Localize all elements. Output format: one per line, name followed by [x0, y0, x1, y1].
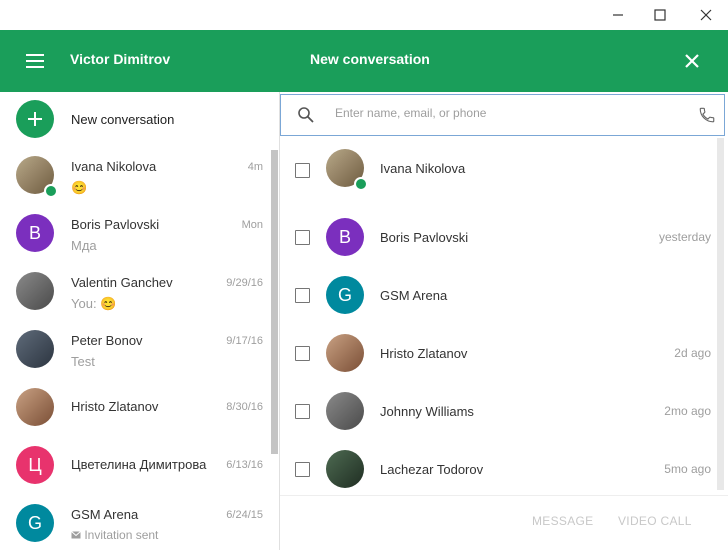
conversation-item[interactable]: Hristo Zlatanov 8/30/16	[0, 380, 279, 438]
avatar: Ц	[16, 446, 54, 484]
conversation-item[interactable]: Ц Цветелина Димитрова 6/13/16	[0, 438, 279, 496]
envelope-icon	[71, 531, 81, 539]
video-call-button[interactable]: VIDEO CALL	[618, 514, 692, 528]
action-footer: MESSAGE VIDEO CALL	[280, 495, 728, 551]
avatar: B	[326, 218, 364, 256]
conversation-time: 6/13/16	[226, 459, 263, 471]
phone-icon[interactable]	[698, 106, 716, 124]
minimize-button[interactable]	[600, 0, 636, 30]
conversation-time: 9/29/16	[226, 277, 263, 289]
maximize-icon	[654, 9, 666, 21]
conversation-name: Valentin Ganchev	[71, 275, 173, 290]
contact-row[interactable]: G GSM Arena	[280, 267, 725, 323]
contact-checkbox[interactable]	[295, 404, 310, 419]
contact-row[interactable]: B Boris Pavlovski yesterday	[280, 209, 725, 265]
avatar: G	[16, 504, 54, 542]
contact-row[interactable]: Johnny Williams 2mo ago	[280, 383, 725, 439]
conversation-name: Hristo Zlatanov	[71, 399, 159, 414]
conversation-name: Peter Bonov	[71, 333, 143, 348]
sidebar-scrollbar[interactable]	[271, 150, 278, 454]
avatar: B	[16, 214, 54, 252]
search-input[interactable]	[333, 105, 677, 121]
contact-checkbox[interactable]	[295, 462, 310, 477]
conversation-item[interactable]: Valentin Ganchev 9/29/16 You: 😊	[0, 264, 279, 322]
contact-checkbox[interactable]	[295, 163, 310, 178]
contact-last-seen: yesterday	[658, 230, 711, 244]
plus-icon	[16, 100, 54, 138]
conversation-item[interactable]: Ivana Nikolova 4m 😊	[0, 148, 279, 206]
contact-list: Ivana Nikolova B Boris Pavlovski yesterd…	[280, 137, 728, 550]
conversation-name: Ivana Nikolova	[71, 159, 157, 174]
conversation-time: 9/17/16	[226, 335, 263, 347]
search-box	[280, 94, 725, 136]
conversation-sidebar: New conversation Ivana Nikolova 4m 😊 B B…	[0, 92, 279, 550]
avatar: G	[326, 276, 364, 314]
new-conversation-row[interactable]: New conversation	[0, 92, 279, 148]
conversation-snippet: 😊	[71, 180, 88, 195]
conversation-snippet: Мда	[71, 238, 97, 253]
avatar	[16, 330, 54, 368]
avatar	[326, 334, 364, 372]
contact-name: Lachezar Todorov	[380, 462, 484, 477]
window-close-icon	[700, 9, 712, 21]
avatar	[326, 392, 364, 430]
conversation-name: GSM Arena	[71, 507, 139, 522]
online-indicator	[44, 184, 58, 198]
avatar	[326, 450, 364, 488]
invitation-status: Invitation sent	[84, 528, 159, 542]
conversation-snippet: Invitation sent	[71, 528, 158, 542]
conversation-time: 4m	[247, 161, 263, 173]
conversation-time: 8/30/16	[226, 401, 263, 413]
conversation-time: Mon	[241, 219, 263, 231]
contact-checkbox[interactable]	[295, 288, 310, 303]
contact-row[interactable]: Hristo Zlatanov 2d ago	[280, 325, 725, 381]
conversation-item[interactable]: B Boris Pavlovski Mon Мда	[0, 206, 279, 264]
contact-row[interactable]: Ivana Nikolova	[280, 139, 725, 195]
contact-row[interactable]: Lachezar Todorov 5mo ago	[280, 441, 725, 497]
window-title-bar	[0, 0, 728, 30]
avatar	[16, 388, 54, 426]
app-header: Victor Dimitrov New conversation	[0, 30, 728, 92]
conversation-time: 6/24/15	[226, 509, 263, 521]
contact-name: Hristo Zlatanov	[380, 346, 468, 361]
conversation-name: Цветелина Димитрова	[71, 457, 207, 472]
contact-checkbox[interactable]	[295, 230, 310, 245]
contact-last-seen: 2mo ago	[664, 404, 711, 418]
avatar	[16, 272, 54, 310]
contact-checkbox[interactable]	[295, 346, 310, 361]
search-icon	[298, 107, 314, 123]
contact-name: Ivana Nikolova	[380, 161, 466, 176]
online-indicator	[354, 177, 368, 191]
hamburger-menu-icon[interactable]	[24, 51, 46, 71]
maximize-button[interactable]	[642, 0, 678, 30]
conversation-item[interactable]: G GSM Arena 6/24/15 Invitation sent	[0, 496, 279, 550]
minimize-icon	[613, 14, 623, 16]
contact-last-seen: 5mo ago	[664, 462, 711, 476]
conversation-snippet: You: 😊	[71, 296, 117, 311]
contact-name: GSM Arena	[380, 288, 448, 303]
new-conversation-label: New conversation	[71, 112, 175, 127]
window-close-button[interactable]	[688, 0, 724, 30]
contact-last-seen: 2d ago	[674, 346, 711, 360]
conversation-item[interactable]: Peter Bonov 9/17/16 Test	[0, 322, 279, 380]
panel-title: New conversation	[310, 51, 430, 67]
contact-name: Boris Pavlovski	[380, 230, 469, 245]
close-panel-icon[interactable]	[680, 49, 704, 73]
message-button[interactable]: MESSAGE	[532, 514, 593, 528]
contact-list-scrollbar[interactable]	[717, 138, 724, 490]
contact-name: Johnny Williams	[380, 404, 474, 419]
conversation-snippet: Test	[71, 354, 95, 369]
conversation-name: Boris Pavlovski	[71, 217, 160, 232]
user-name: Victor Dimitrov	[70, 51, 171, 67]
